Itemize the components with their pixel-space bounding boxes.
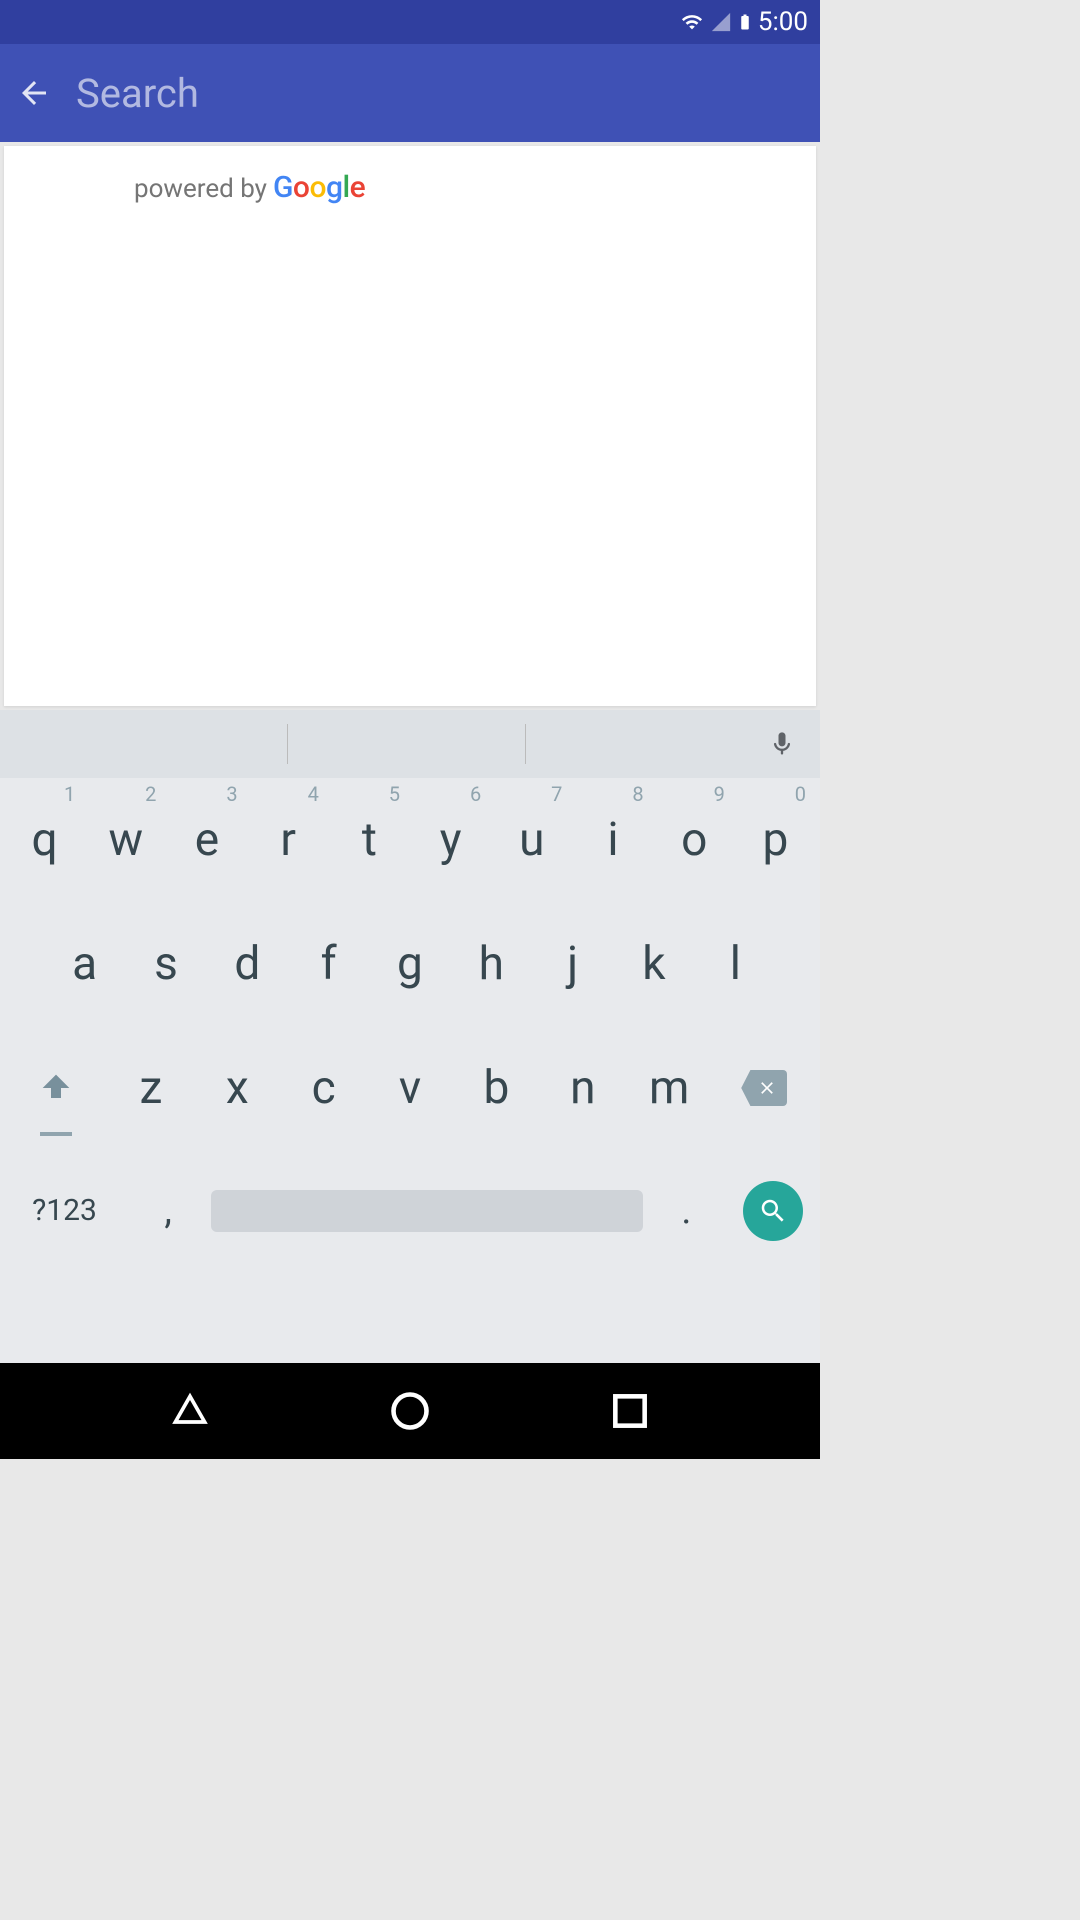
key-shift[interactable] [4,1026,108,1150]
key-x[interactable]: x [194,1026,280,1150]
key-w[interactable]: 2w [85,778,166,902]
status-time: 5:00 [758,7,808,37]
keyboard-row-4: ?123 , . [0,1150,820,1271]
key-h[interactable]: h [451,902,532,1026]
soft-keyboard: 1q 2w 3e 4r 5t 6y 7u 8i 9o 0p a s d f g … [0,710,820,1363]
google-logo: Google [273,170,365,205]
key-p[interactable]: 0p [735,778,816,902]
content-area: powered by Google [0,142,820,710]
suggestion-divider [287,724,288,764]
key-y[interactable]: 6y [410,778,491,902]
key-period[interactable]: . [643,1150,729,1271]
key-n[interactable]: n [540,1026,626,1150]
key-m[interactable]: m [626,1026,712,1150]
key-comma[interactable]: , [125,1150,211,1271]
keyboard-row-3: z x c v b n m [0,1026,820,1150]
nav-recent-icon[interactable] [608,1389,652,1433]
key-g[interactable]: g [369,902,450,1026]
key-space[interactable] [211,1150,643,1271]
key-symbols[interactable]: ?123 [4,1150,125,1271]
key-j[interactable]: j [532,902,613,1026]
key-r[interactable]: 4r [248,778,329,902]
shift-icon [36,1068,76,1108]
key-v[interactable]: v [367,1026,453,1150]
result-card: powered by Google [4,146,816,706]
powered-by-text: powered by [134,174,267,204]
key-a[interactable]: a [44,902,125,1026]
key-t[interactable]: 5t [329,778,410,902]
suggestion-bar [0,710,820,778]
search-input[interactable] [76,70,804,117]
suggestion-divider [525,724,526,764]
status-icons: 5:00 [678,7,808,37]
key-o[interactable]: 9o [654,778,735,902]
key-k[interactable]: k [613,902,694,1026]
key-i[interactable]: 8i [572,778,653,902]
search-action-icon [743,1181,803,1241]
key-s[interactable]: s [125,902,206,1026]
key-e[interactable]: 3e [166,778,247,902]
nav-back-icon[interactable] [168,1389,212,1433]
key-backspace[interactable] [712,1026,816,1150]
key-c[interactable]: c [280,1026,366,1150]
wifi-icon [678,11,706,33]
key-f[interactable]: f [288,902,369,1026]
key-b[interactable]: b [453,1026,539,1150]
powered-by-attribution: powered by Google [134,170,686,205]
key-z[interactable]: z [108,1026,194,1150]
status-bar: 5:00 [0,0,820,44]
keyboard-row-2: a s d f g h j k l [0,902,820,1026]
key-u[interactable]: 7u [491,778,572,902]
key-d[interactable]: d [207,902,288,1026]
key-q[interactable]: 1q [4,778,85,902]
navigation-bar [0,1363,820,1459]
app-bar [0,44,820,142]
microphone-icon[interactable] [768,726,796,762]
signal-icon [710,11,732,33]
back-arrow-icon[interactable] [16,75,52,111]
nav-home-icon[interactable] [388,1389,432,1433]
battery-icon [736,9,754,35]
keyboard-row-1: 1q 2w 3e 4r 5t 6y 7u 8i 9o 0p [0,778,820,902]
key-search-action[interactable] [730,1150,816,1271]
key-l[interactable]: l [695,902,776,1026]
backspace-icon [741,1070,787,1106]
